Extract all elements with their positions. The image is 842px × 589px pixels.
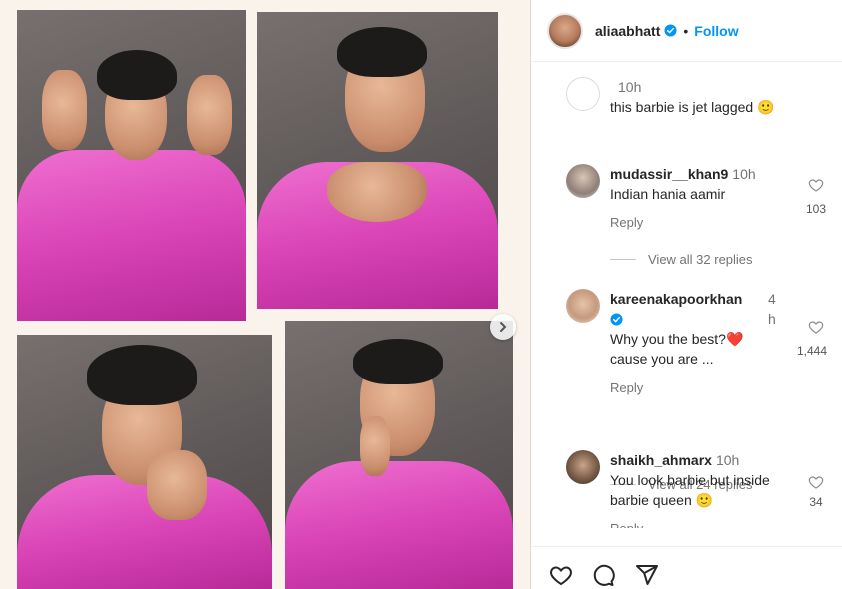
comment-avatar[interactable] (566, 450, 600, 484)
heart-icon (808, 321, 824, 334)
photo-top-right (257, 12, 498, 309)
comment-avatar[interactable] (566, 164, 600, 198)
heart-icon (808, 476, 824, 489)
post-header: aliaabhatt • Follow (531, 0, 842, 62)
like-button[interactable] (549, 563, 575, 589)
comment-icon (593, 564, 615, 586)
reply-button[interactable]: Reply (610, 213, 790, 233)
share-button[interactable] (635, 563, 661, 589)
comment-time: 10h (715, 452, 740, 468)
reply-button[interactable]: Reply (610, 519, 790, 528)
view-replies-button[interactable]: View all 32 replies (610, 252, 753, 267)
chevron-right-icon (500, 322, 507, 332)
verified-badge-icon (610, 313, 623, 326)
heart-icon (550, 566, 572, 586)
comments-list[interactable]: 10h this barbie is jet lagged 🙂 mudassir… (531, 63, 842, 528)
comment-time: 10h (618, 79, 642, 95)
share-icon (636, 565, 658, 585)
comment-text: this barbie is jet lagged 🙂 (610, 99, 775, 115)
post-media[interactable] (0, 0, 530, 589)
header-separator: • (683, 22, 689, 39)
like-comment-button[interactable] (806, 319, 826, 340)
avatar[interactable] (547, 12, 583, 49)
heart-icon (808, 179, 824, 192)
reply-button[interactable]: Reply (610, 378, 762, 398)
photo-bottom-right (285, 321, 513, 589)
instagram-post-view: aliaabhatt • Follow 10h this barbie is j… (0, 0, 842, 589)
comment-username[interactable]: mudassir__khan9 (610, 166, 728, 182)
post-actions-bar (531, 546, 842, 589)
photo-bottom-left (17, 335, 272, 589)
next-image-button[interactable] (490, 314, 516, 340)
comment-time: 10h (732, 166, 756, 182)
comment-button[interactable] (591, 563, 617, 589)
comment-text: Why you the best?❤️ cause you are ... (610, 331, 744, 367)
post-side-panel: aliaabhatt • Follow 10h this barbie is j… (530, 0, 842, 589)
comment-avatar[interactable] (566, 289, 600, 323)
comment-like-count: 1,444 (796, 344, 828, 358)
comment-text: You look barbie but inside barbie queen … (610, 472, 770, 508)
like-comment-button[interactable] (806, 177, 826, 198)
like-comment-button[interactable] (806, 474, 826, 495)
comment-time: 4h (768, 291, 776, 327)
comment-like-count: 103 (805, 202, 827, 216)
comment-username[interactable]: shaikh_ahmarx (610, 452, 712, 468)
photo-top-left (17, 10, 246, 321)
follow-button[interactable]: Follow (694, 23, 738, 39)
comment-username[interactable]: kareenakapoorkhan (610, 289, 762, 309)
author-username[interactable]: aliaabhatt (595, 23, 660, 39)
comment-like-count: 34 (809, 495, 823, 509)
comment-avatar[interactable] (566, 77, 600, 111)
view-replies-label[interactable]: View all 32 replies (648, 252, 753, 267)
comment-text: Indian hania aamir (610, 186, 726, 202)
verified-badge-icon (664, 24, 677, 37)
